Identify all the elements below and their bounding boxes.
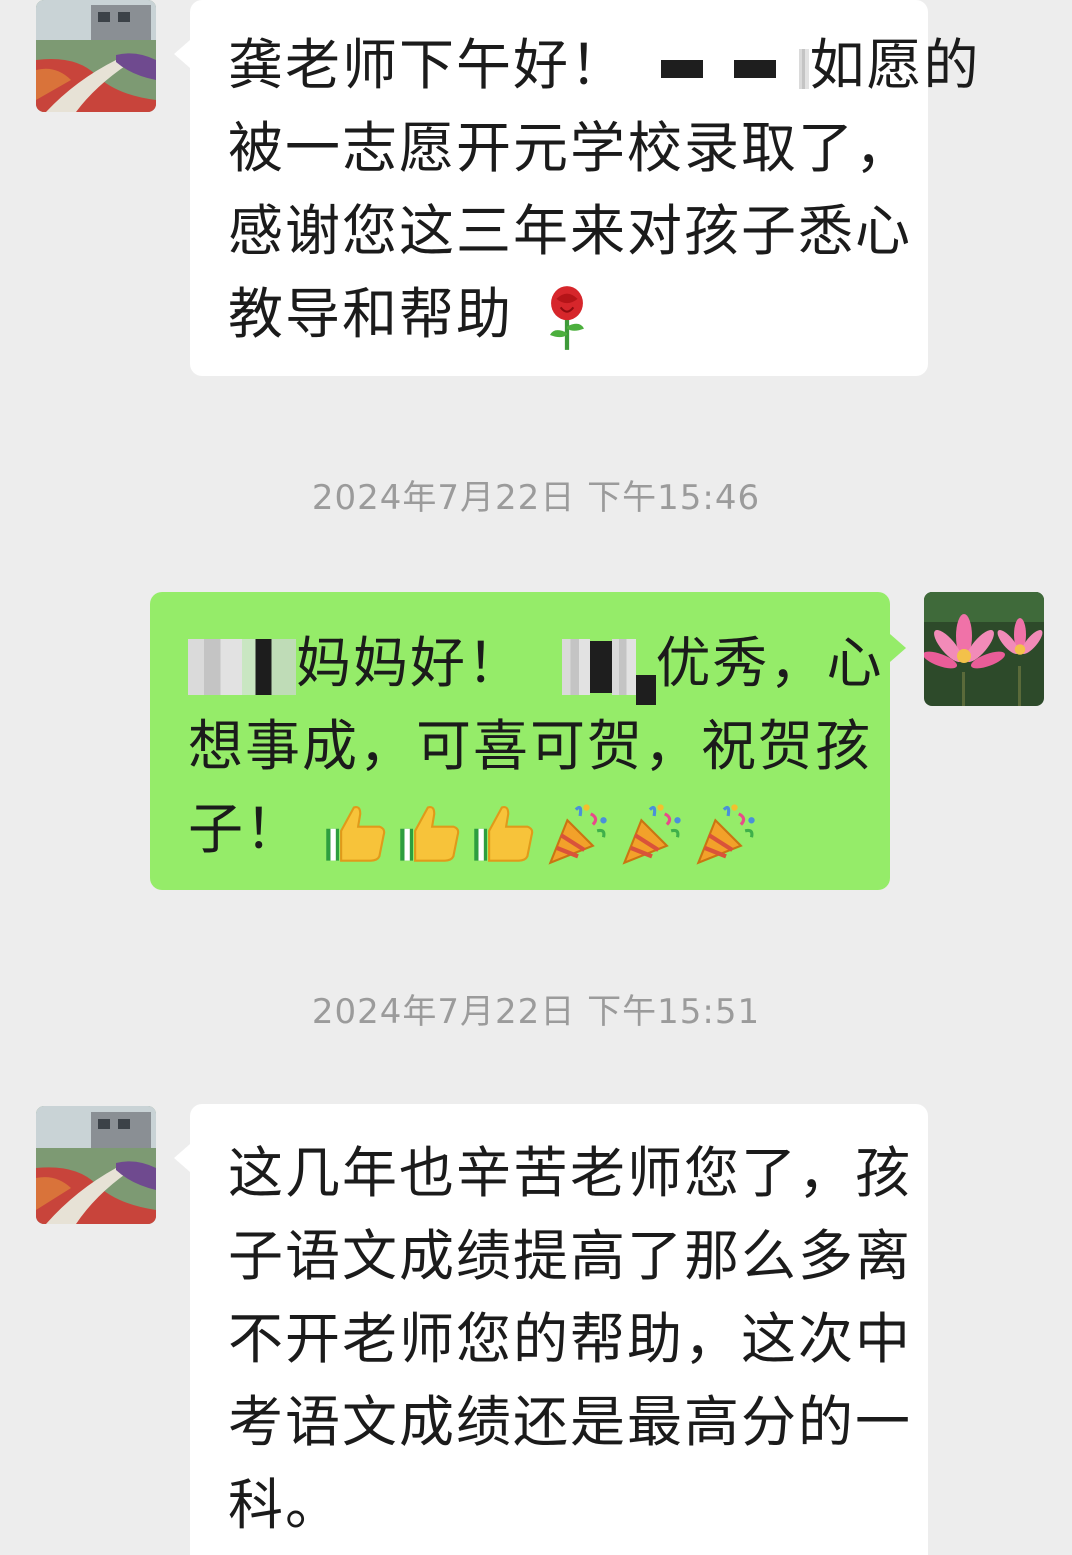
- redacted-name: [188, 638, 242, 695]
- message-text: 感谢您这三年来对孩子悉心: [228, 199, 913, 263]
- lotus-image: [924, 592, 1044, 706]
- message-text: 龚老师下午好！: [228, 33, 628, 97]
- message-text: 想事成，可喜可贺，祝贺孩: [188, 714, 873, 778]
- chat-conversation: 龚老师下午好！ 如愿的 被一志愿开元学校录取了， 感谢您这三年来对孩子悉心 教导…: [0, 0, 1072, 1555]
- message-bubble-3[interactable]: 这几年也辛苦老师您了，孩 子语文成绩提高了那么多离 不开老师您的帮助，这次中 考…: [174, 1104, 928, 1555]
- message-text: 子语文成绩提高了那么多离: [228, 1224, 913, 1288]
- thumbs-up-icon: [322, 799, 390, 867]
- message-text: 考语文成绩还是最高分的一: [228, 1390, 913, 1454]
- message-text: 如愿的: [809, 33, 981, 97]
- message-bubble-2[interactable]: 妈妈好！ 优秀，心 想事成，可喜可贺，祝贺孩 子！: [150, 592, 906, 890]
- sender-avatar-lotus[interactable]: [924, 592, 1044, 706]
- sender-avatar-garden[interactable]: [36, 0, 156, 112]
- thumbs-up-icon: [470, 799, 538, 867]
- rose-icon: [533, 284, 601, 352]
- message-text: 不开老师您的帮助，这次中: [228, 1307, 913, 1371]
- garden-path-image: [36, 0, 156, 112]
- party-popper-icon: [544, 799, 612, 867]
- redacted-name: [589, 640, 612, 693]
- timestamp: 2024年7月22日 下午15:46: [311, 478, 761, 518]
- message-text: 科。: [228, 1473, 343, 1537]
- timestamp: 2024年7月22日 下午15:51: [311, 992, 761, 1032]
- redacted-name: [561, 638, 590, 695]
- thumbs-up-icon: [396, 799, 464, 867]
- redacted-name: [635, 675, 656, 705]
- party-popper-icon: [692, 799, 760, 867]
- message-text: 这几年也辛苦老师您了，孩: [228, 1141, 913, 1205]
- redacted-name: [799, 48, 810, 89]
- message-text: 教导和帮助: [228, 282, 514, 346]
- redacted-name: [660, 59, 703, 78]
- message-text: 优秀，心: [655, 631, 884, 695]
- message-text: 被一志愿开元学校录取了，: [228, 116, 913, 180]
- redacted-name: [611, 638, 636, 695]
- redacted-name: [733, 59, 776, 78]
- message-text: 子！: [188, 797, 303, 861]
- garden-path-image: [36, 1106, 156, 1224]
- sender-avatar-garden[interactable]: [36, 1106, 156, 1224]
- message-bubble-1[interactable]: 龚老师下午好！ 如愿的 被一志愿开元学校录取了， 感谢您这三年来对孩子悉心 教导…: [174, 0, 978, 376]
- message-text: 妈妈好！: [296, 631, 525, 695]
- redacted-name: [242, 638, 296, 695]
- party-popper-icon: [618, 799, 686, 867]
